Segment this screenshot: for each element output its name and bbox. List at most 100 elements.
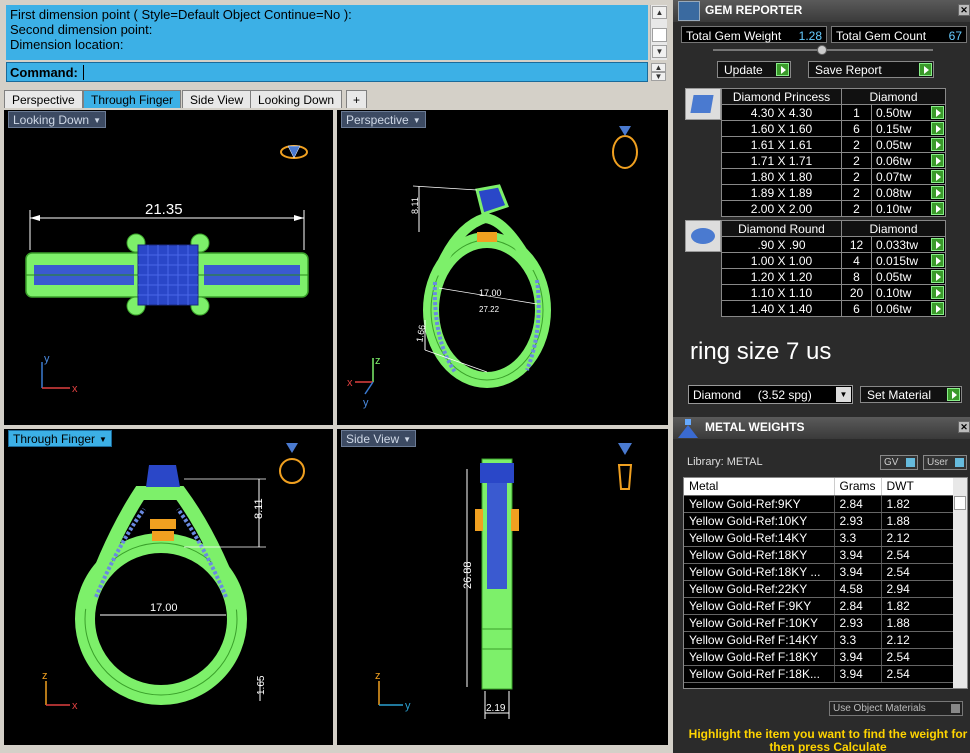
play-icon[interactable] — [931, 302, 944, 315]
column-header-metal[interactable]: Metal — [684, 478, 835, 496]
use-object-materials-toggle[interactable]: Use Object Materials — [829, 701, 963, 716]
play-icon[interactable] — [931, 138, 944, 151]
add-tab-button[interactable]: + — [346, 90, 368, 108]
axis-x-label: x — [72, 700, 78, 712]
gem-weight-cell[interactable]: 0.033tw — [871, 236, 946, 253]
gem-weight-cell[interactable]: 0.05tw — [871, 268, 946, 285]
tab-side-view[interactable]: Side View — [182, 90, 252, 108]
column-header: Diamond — [841, 88, 946, 105]
user-toggle[interactable]: User — [923, 455, 967, 470]
gem-row[interactable]: 1.71 X 1.71 2 0.06tw — [721, 152, 946, 169]
viewport-label[interactable]: Looking Down ▼ — [8, 111, 106, 128]
tab-looking-down[interactable]: Looking Down — [250, 90, 343, 108]
gem-row[interactable]: 2.00 X 2.00 2 0.10tw — [721, 200, 946, 217]
play-icon[interactable] — [931, 170, 944, 183]
viewport-side-view[interactable]: 26.88 2.19 z y Side View ▼ — [335, 427, 670, 747]
command-history-line: Dimension location: — [10, 37, 124, 52]
table-row[interactable]: Yellow Gold-Ref F:18K... 3.94 2.54 — [684, 665, 954, 683]
scroll-down-icon[interactable]: ▼ — [652, 45, 667, 58]
play-icon[interactable] — [931, 254, 944, 267]
scroll-up-icon[interactable]: ▲ — [651, 63, 666, 72]
metal-name: Yellow Gold-Ref:18KY ... — [684, 563, 835, 581]
viewport-looking-down[interactable]: 21.35 y x Looking Down ▼ — [2, 108, 335, 427]
viewport-through-finger[interactable]: 8.11 17.00 1.65 z x Through Finger ▼ — [2, 427, 335, 747]
gem-weight-cell[interactable]: 0.08tw — [871, 184, 946, 201]
metal-name: Yellow Gold-Ref F:18K... — [684, 665, 835, 683]
scroll-thumb[interactable] — [954, 496, 966, 510]
column-header-grams[interactable]: Grams — [834, 478, 882, 496]
gem-weight-cell[interactable]: 0.05tw — [871, 136, 946, 153]
table-row[interactable]: Yellow Gold-Ref:10KY 2.93 1.88 — [684, 512, 954, 530]
gem-weight: 0.08tw — [876, 185, 912, 200]
close-icon[interactable]: ✕ — [958, 421, 970, 433]
dimension-label: 27.22 — [479, 305, 500, 314]
play-icon[interactable] — [931, 106, 944, 119]
table-row[interactable]: Yellow Gold-Ref:9KY 2.84 1.82 — [684, 495, 954, 513]
gem-weight-cell[interactable]: 0.015tw — [871, 252, 946, 269]
chevron-down-icon[interactable]: ▼ — [413, 116, 421, 125]
update-button[interactable]: Update — [717, 61, 791, 78]
command-input-scrollbar[interactable]: ▲ ▼ — [650, 62, 667, 82]
command-history-scrollbar[interactable]: ▲ ▼ — [650, 5, 667, 60]
gem-row[interactable]: 1.10 X 1.10 20 0.10tw — [721, 284, 946, 301]
table-row[interactable]: Yellow Gold-Ref:18KY 3.94 2.54 — [684, 546, 954, 564]
tab-perspective[interactable]: Perspective — [4, 90, 83, 108]
play-icon[interactable] — [931, 238, 944, 251]
table-row[interactable]: Yellow Gold-Ref F:9KY 2.84 1.82 — [684, 597, 954, 615]
scroll-thumb[interactable] — [652, 28, 667, 42]
chevron-down-icon[interactable]: ▼ — [93, 116, 101, 125]
gv-toggle[interactable]: GV — [880, 455, 918, 470]
material-select[interactable]: Diamond (3.52 spg) ▼ — [688, 385, 853, 404]
play-icon[interactable] — [931, 286, 944, 299]
gem-count: 2 — [841, 168, 872, 185]
gem-weight-cell[interactable]: 0.50tw — [871, 104, 946, 121]
play-icon[interactable] — [931, 202, 944, 215]
metal-weights-table[interactable]: Metal Grams DWT Yellow Gold-Ref:9KY 2.84 1… — [683, 477, 968, 689]
gem-count: 8 — [841, 268, 872, 285]
gem-weight-cell[interactable]: 0.15tw — [871, 120, 946, 137]
table-row[interactable]: Yellow Gold-Ref:18KY ... 3.94 2.54 — [684, 563, 954, 581]
gem-weight-cell[interactable]: 0.10tw — [871, 200, 946, 217]
gem-row[interactable]: 1.20 X 1.20 8 0.05tw — [721, 268, 946, 285]
scroll-up-icon[interactable]: ▲ — [652, 6, 667, 19]
tab-through-finger[interactable]: Through Finger — [83, 90, 182, 108]
viewport-label[interactable]: Side View ▼ — [341, 430, 417, 447]
gem-row[interactable]: 4.30 X 4.30 1 0.50tw — [721, 104, 946, 121]
command-prompt-label: Command: — [10, 65, 78, 80]
table-row[interactable]: Yellow Gold-Ref F:10KY 2.93 1.88 — [684, 614, 954, 632]
viewport-perspective[interactable]: 8.11 17.00 27.22 1.66 z x y Perspective ▼ — [335, 108, 670, 427]
table-row[interactable]: Yellow Gold-Ref:14KY 3.3 2.12 — [684, 529, 954, 547]
column-header-dwt[interactable]: DWT — [881, 478, 954, 496]
play-icon[interactable] — [931, 186, 944, 199]
gem-row[interactable]: 1.60 X 1.60 6 0.15tw — [721, 120, 946, 137]
table-row[interactable]: Yellow Gold-Ref F:14KY 3.3 2.12 — [684, 631, 954, 649]
gem-row[interactable]: 1.89 X 1.89 2 0.08tw — [721, 184, 946, 201]
play-icon[interactable] — [931, 270, 944, 283]
gem-row[interactable]: 1.80 X 1.80 2 0.07tw — [721, 168, 946, 185]
play-icon[interactable] — [931, 122, 944, 135]
gem-weight-cell[interactable]: 0.06tw — [871, 152, 946, 169]
close-icon[interactable]: ✕ — [958, 4, 970, 16]
set-material-button[interactable]: Set Material — [860, 386, 962, 403]
splitter-handle-icon[interactable] — [817, 45, 827, 55]
play-icon[interactable] — [931, 154, 944, 167]
gem-row[interactable]: 1.40 X 1.40 6 0.06tw — [721, 300, 946, 317]
gem-row[interactable]: 1.61 X 1.61 2 0.05tw — [721, 136, 946, 153]
chevron-down-icon[interactable]: ▼ — [403, 435, 411, 444]
metal-table-scrollbar[interactable] — [953, 478, 967, 688]
viewport-label[interactable]: Through Finger ▼ — [8, 430, 112, 447]
gem-weight-cell[interactable]: 0.07tw — [871, 168, 946, 185]
viewport-label[interactable]: Perspective ▼ — [341, 111, 426, 128]
gem-row[interactable]: 1.00 X 1.00 4 0.015tw — [721, 252, 946, 269]
metal-name: Yellow Gold-Ref F:18KY — [684, 648, 835, 666]
chevron-down-icon[interactable]: ▼ — [836, 387, 851, 402]
gem-weight-cell[interactable]: 0.06tw — [871, 300, 946, 317]
gem-row[interactable]: .90 X .90 12 0.033tw — [721, 236, 946, 253]
table-row[interactable]: Yellow Gold-Ref F:18KY 3.94 2.54 — [684, 648, 954, 666]
scroll-down-icon[interactable]: ▼ — [651, 72, 666, 81]
gem-weight-cell[interactable]: 0.10tw — [871, 284, 946, 301]
save-report-button[interactable]: Save Report — [808, 61, 934, 78]
command-input[interactable]: Command: — [6, 62, 648, 82]
table-row[interactable]: Yellow Gold-Ref:22KY 4.58 2.94 — [684, 580, 954, 598]
chevron-down-icon[interactable]: ▼ — [99, 435, 107, 444]
